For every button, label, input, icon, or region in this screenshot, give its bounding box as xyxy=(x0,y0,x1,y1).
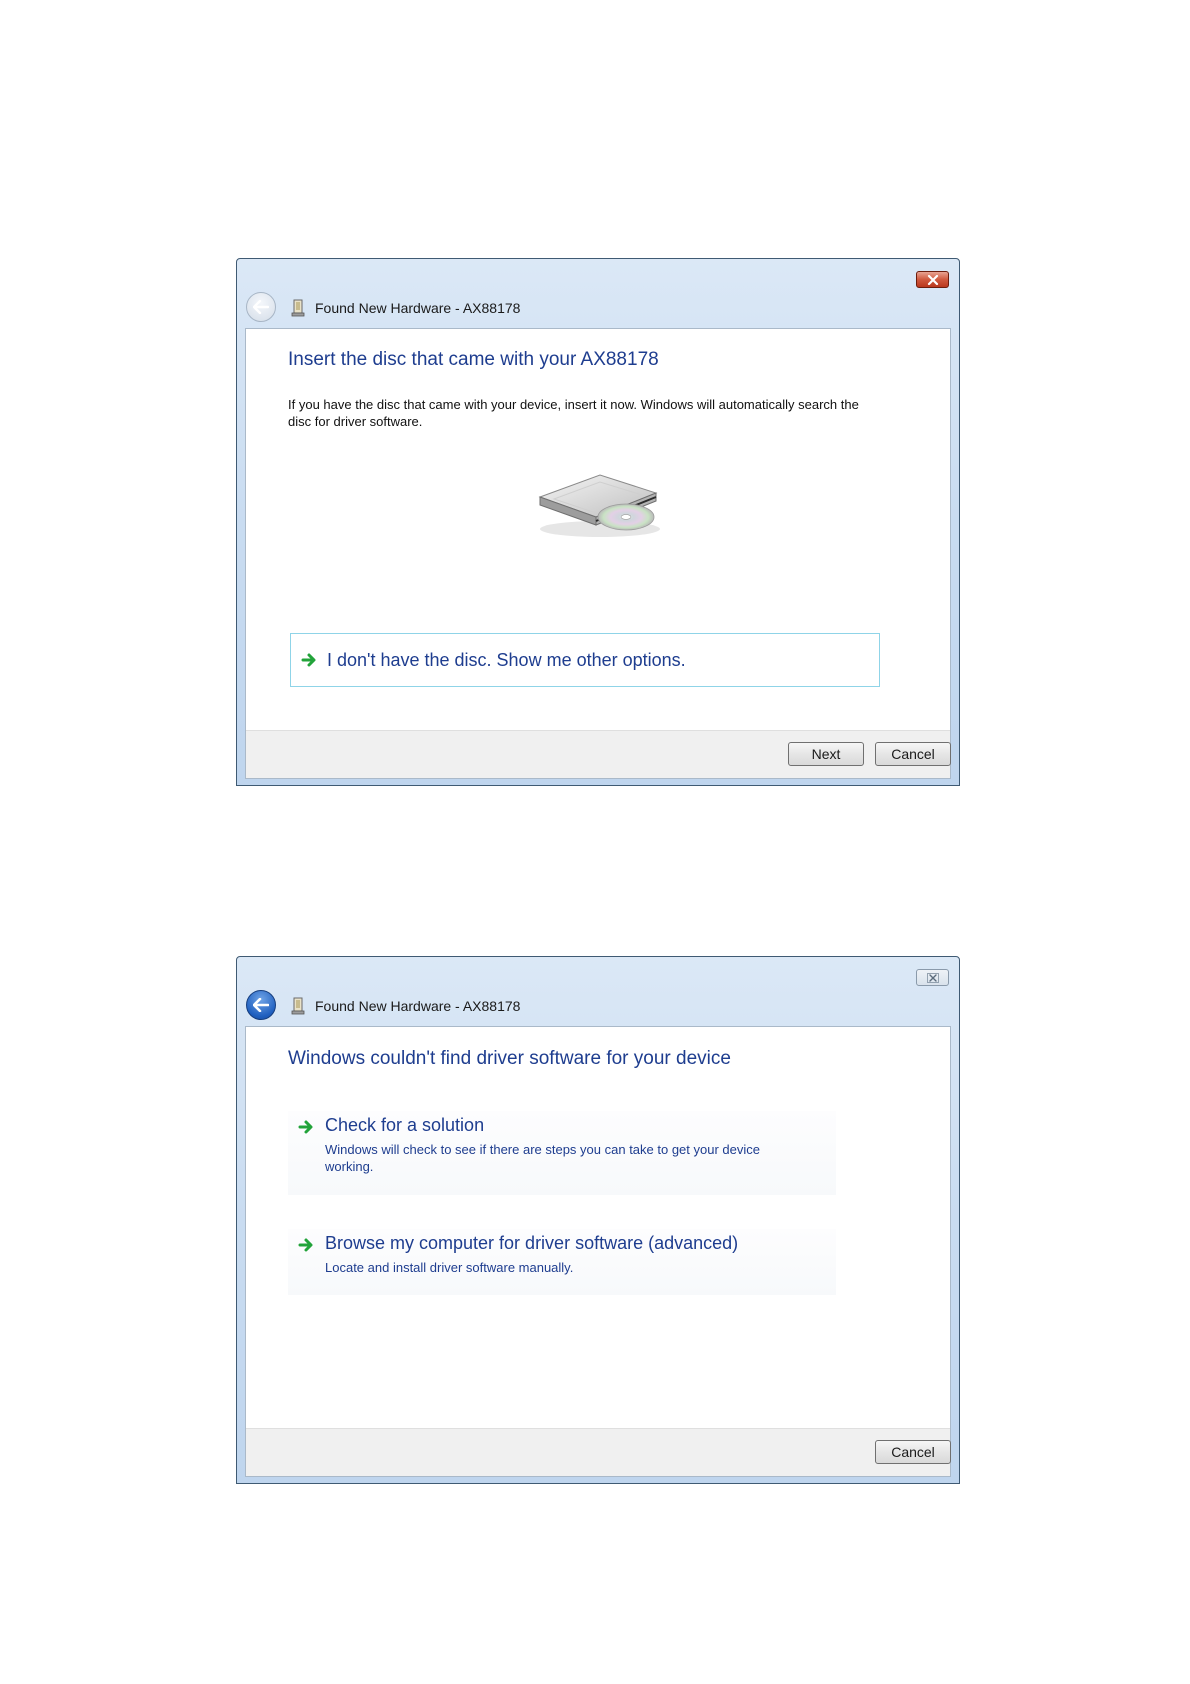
dialog-content: Insert the disc that came with your AX88… xyxy=(245,328,951,779)
found-new-hardware-dialog-driver-not-found: Found New Hardware - AX88178 Windows cou… xyxy=(236,956,960,1484)
next-button[interactable]: Next xyxy=(788,742,864,766)
close-icon xyxy=(927,274,938,285)
no-disc-option-label: I don't have the disc. Show me other opt… xyxy=(327,649,686,670)
back-arrow-icon xyxy=(253,998,269,1012)
title-bar: Found New Hardware - AX88178 xyxy=(291,298,520,318)
close-icon xyxy=(926,972,939,983)
green-arrow-icon xyxy=(298,1120,313,1134)
found-new-hardware-dialog-insert-disc: Found New Hardware - AX88178 Insert the … xyxy=(236,258,960,786)
title-bar: Found New Hardware - AX88178 xyxy=(291,996,520,1016)
no-disc-option[interactable]: I don't have the disc. Show me other opt… xyxy=(290,633,880,687)
browse-computer-option[interactable]: Browse my computer for driver software (… xyxy=(288,1229,836,1295)
hardware-device-icon xyxy=(291,997,305,1015)
instruction-text: If you have the disc that came with your… xyxy=(288,397,859,429)
hardware-device-icon xyxy=(291,299,305,317)
window-title: Found New Hardware - AX88178 xyxy=(315,998,521,1014)
dialog-content: Windows couldn't find driver software fo… xyxy=(245,1026,951,1477)
cancel-button[interactable]: Cancel xyxy=(875,1440,951,1464)
page-heading: Windows couldn't find driver software fo… xyxy=(288,1048,731,1069)
close-button[interactable] xyxy=(916,969,949,986)
green-arrow-icon xyxy=(301,653,316,667)
button-bar: Next Cancel xyxy=(246,730,951,778)
window-title: Found New Hardware - AX88178 xyxy=(315,300,521,316)
cancel-button[interactable]: Cancel xyxy=(875,742,951,766)
disc-drive-icon xyxy=(538,474,660,537)
green-arrow-icon xyxy=(298,1238,313,1252)
back-button[interactable] xyxy=(246,990,276,1020)
button-bar: Cancel xyxy=(246,1428,951,1476)
back-button[interactable] xyxy=(246,292,276,322)
option-title: Check for a solution xyxy=(325,1115,485,1135)
back-arrow-icon xyxy=(253,300,269,314)
check-for-solution-option[interactable]: Check for a solution Windows will check … xyxy=(288,1111,836,1195)
option-description: Locate and install driver software manua… xyxy=(325,1260,574,1275)
page-heading: Insert the disc that came with your AX88… xyxy=(288,349,659,370)
option-description: Windows will check to see if there are s… xyxy=(325,1142,760,1174)
option-title: Browse my computer for driver software (… xyxy=(325,1233,739,1253)
close-button[interactable] xyxy=(916,271,949,288)
